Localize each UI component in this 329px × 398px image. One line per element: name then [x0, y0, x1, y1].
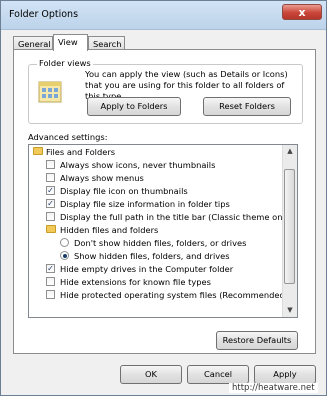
title-bar[interactable]: Folder Options x	[1, 1, 326, 30]
setting-label: Don't show hidden files, folders, or dri…	[74, 238, 247, 248]
folder-options-dialog: Folder Options x General View Search Fol…	[0, 0, 327, 396]
folder-icon	[33, 147, 43, 155]
tab-view[interactable]: View	[53, 34, 88, 51]
checkbox-checked[interactable]: ✓	[46, 199, 55, 208]
cancel-button[interactable]: Cancel	[187, 365, 249, 384]
scrollbar-thumb[interactable]	[284, 169, 295, 284]
watermark: http://heatware.net	[229, 383, 318, 393]
ok-button[interactable]: OK	[120, 365, 182, 384]
setting-label: Hide empty drives in the Computer folder	[60, 264, 234, 274]
close-button[interactable]: x	[282, 4, 322, 20]
setting-label: Show hidden files, folders, and drives	[74, 251, 230, 261]
radio-button[interactable]	[60, 238, 69, 247]
checkbox[interactable]	[46, 290, 55, 299]
view-tab-panel: Folder views You can apply the view (suc…	[13, 49, 316, 354]
tree-group-label: Files and Folders	[46, 147, 116, 157]
reset-folders-button[interactable]: Reset Folders	[203, 97, 291, 116]
checkbox-checked[interactable]: ✓	[46, 186, 55, 195]
checkbox[interactable]	[46, 173, 55, 182]
tab-search[interactable]: Search	[88, 36, 125, 50]
scroll-up-arrow-icon[interactable]: ▲	[283, 145, 297, 158]
folder-views-group: Folder views You can apply the view (suc…	[28, 58, 303, 124]
vertical-scrollbar[interactable]: ▲ ▼	[282, 145, 297, 317]
advanced-settings-list[interactable]: Files and Folders Always show icons, nev…	[28, 144, 298, 318]
setting-label: Always show menus	[60, 173, 144, 183]
setting-label: Display the full path in the title bar (…	[60, 212, 293, 222]
setting-label: Hide protected operating system files (R…	[60, 290, 288, 300]
setting-label: Display file size information in folder …	[60, 199, 230, 209]
checkbox[interactable]	[46, 277, 55, 286]
tree-group-label: Hidden files and folders	[60, 225, 159, 235]
apply-to-folders-button[interactable]: Apply to Folders	[87, 97, 181, 116]
checkbox[interactable]	[46, 160, 55, 169]
folder-icon	[46, 225, 56, 233]
apply-button[interactable]: Apply	[254, 365, 316, 384]
restore-defaults-button[interactable]: Restore Defaults	[216, 331, 298, 350]
advanced-settings-label: Advanced settings:	[28, 132, 108, 142]
tab-general[interactable]: General	[13, 36, 53, 50]
setting-label: Always show icons, never thumbnails	[60, 160, 216, 170]
setting-label: Display file icon on thumbnails	[60, 186, 188, 196]
radio-button-selected[interactable]	[60, 251, 69, 260]
folder-views-caption: Folder views	[37, 58, 93, 68]
checkbox-checked[interactable]: ✓	[46, 264, 55, 273]
scroll-down-arrow-icon[interactable]: ▼	[283, 304, 297, 317]
window-title: Folder Options	[9, 9, 79, 20]
setting-label: Hide extensions for known file types	[60, 277, 211, 287]
checkbox[interactable]	[46, 212, 55, 221]
folder-views-icon	[38, 81, 62, 103]
